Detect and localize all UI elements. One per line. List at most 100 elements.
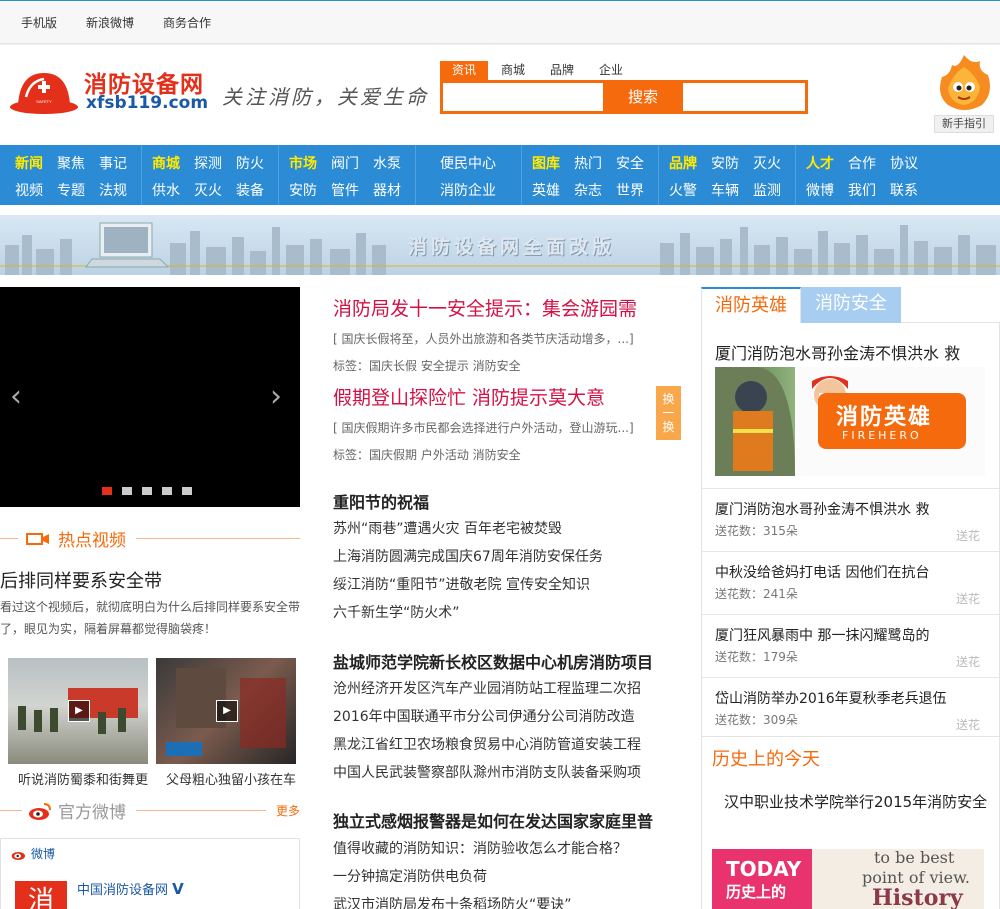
nav-item[interactable]: 安防 — [289, 182, 331, 205]
search-tab-news[interactable]: 资讯 — [440, 61, 489, 80]
hero-image[interactable]: 消防英雄 FIREHERO — [715, 367, 985, 476]
history-image[interactable]: TODAY 历史上的 to be best point of view. His… — [712, 849, 984, 909]
search-input-extra[interactable] — [683, 83, 799, 111]
search-tab-brand[interactable]: 品牌 — [538, 61, 586, 80]
top-news-tags-2[interactable]: 标签：国庆假期 户外活动 消防安全 — [333, 446, 521, 463]
send-flower-button[interactable]: 送花 — [956, 653, 980, 670]
hero-list-item[interactable]: 厦门消防泡水哥孙金涛不惧洪水 救 送花数：315朵 送花 — [701, 488, 1000, 551]
nav-item[interactable]: 合作 — [848, 155, 890, 178]
nav-item[interactable]: 灭火 — [194, 182, 236, 205]
play-icon[interactable]: ▶ — [216, 700, 238, 722]
weibo-avatar[interactable]: 消 — [15, 881, 67, 909]
news-group-3-heading[interactable]: 独立式感烟报警器是如何在发达国家家庭里普 — [333, 808, 653, 832]
nav-item[interactable]: 火警 — [669, 182, 711, 205]
nav-item[interactable]: 世界 — [616, 182, 658, 205]
nav-item[interactable]: 事记 — [99, 155, 141, 178]
nav-item[interactable]: 阀门 — [331, 155, 373, 178]
nav-item[interactable]: 协议 — [890, 155, 932, 178]
nav-item[interactable]: 器材 — [373, 182, 415, 205]
slider-dot[interactable] — [122, 487, 132, 495]
nav-item[interactable]: 法规 — [99, 182, 141, 205]
hero-item-title[interactable]: 岱山消防举办2016年夏秋季老兵退伍 — [715, 688, 947, 708]
nav-item[interactable]: 品牌 — [669, 155, 711, 178]
news-item[interactable]: 绥江消防“重阳节”进敬老院 宣传安全知识 — [333, 574, 590, 594]
image-slider[interactable]: ‹ › — [0, 287, 300, 507]
nav-item[interactable]: 市场 — [289, 155, 331, 178]
search-tab-mall[interactable]: 商城 — [489, 61, 537, 80]
news-item[interactable]: 黑龙江省红卫农场粮食贸易中心消防管道安装工程 — [333, 734, 641, 754]
hero-item-title[interactable]: 厦门狂风暴雨中 那一抹闪耀鹭岛的 — [715, 625, 929, 645]
news-item[interactable]: 上海消防圆满完成国庆67周年消防安保任务 — [333, 546, 603, 566]
history-item[interactable]: 汉中职业技术学院举行2015年消防安全 — [724, 789, 994, 815]
news-group-1-heading[interactable]: 重阳节的祝福 — [333, 489, 429, 513]
video-thumb-2-caption[interactable]: 父母粗心独留小孩在车 — [166, 769, 296, 788]
hero-list-item[interactable]: 岱山消防举办2016年夏秋季老兵退伍 送花数：309朵 送花 — [701, 677, 1000, 740]
hero-list-item[interactable]: 厦门狂风暴雨中 那一抹闪耀鹭岛的 送花数：179朵 送花 — [701, 614, 1000, 677]
send-flower-button[interactable]: 送花 — [956, 527, 980, 544]
site-logo[interactable]: SAFETY 消防设备网 xfsb119.com — [8, 65, 208, 121]
tab-fire-hero[interactable]: 消防英雄 — [701, 287, 801, 323]
nav-item[interactable]: 车辆 — [711, 182, 753, 205]
news-item[interactable]: 一分钟搞定消防供电负荷 — [333, 866, 487, 886]
business-link[interactable]: 商务合作 — [163, 14, 211, 31]
nav-item[interactable]: 安防 — [711, 155, 753, 178]
search-button[interactable]: 搜索 — [603, 83, 683, 111]
top-news-tags-1[interactable]: 标签：国庆长假 安全提示 消防安全 — [333, 357, 521, 374]
nav-item[interactable]: 便民中心 — [440, 155, 520, 178]
weibo-more-link[interactable]: 更多 — [276, 802, 300, 819]
sina-weibo-link[interactable]: 新浪微博 — [86, 14, 134, 31]
nav-item[interactable]: 安全 — [616, 155, 658, 178]
send-flower-button[interactable]: 送花 — [956, 716, 980, 733]
play-icon[interactable]: ▶ — [68, 700, 90, 722]
slider-dot[interactable] — [162, 487, 172, 495]
nav-item[interactable]: 微博 — [806, 182, 848, 205]
search-tab-company[interactable]: 企业 — [587, 61, 635, 80]
tab-fire-safety[interactable]: 消防安全 — [801, 287, 901, 323]
news-item[interactable]: 值得收藏的消防知识：消防验收怎么才能合格？ — [333, 838, 627, 858]
hero-list-item[interactable]: 中秋没给爸妈打电话 因他们在抗台 送花数：241朵 送花 — [701, 551, 1000, 614]
nav-item[interactable]: 我们 — [848, 182, 890, 205]
video-thumb-1-caption[interactable]: 听说消防蜀黍和街舞更 — [18, 769, 148, 788]
hot-video-title[interactable]: 后排同样要系安全带 — [0, 567, 162, 593]
nav-item[interactable]: 水泵 — [373, 155, 415, 178]
news-group-2-heading[interactable]: 盐城师范学院新长校区数据中心机房消防项目 — [333, 649, 653, 673]
video-thumb-2[interactable]: ▶ — [156, 658, 296, 764]
nav-item[interactable]: 热门 — [574, 155, 616, 178]
top-news-title-1[interactable]: 消防局发十一安全提示：集会游园需 — [333, 294, 637, 321]
video-thumb-1[interactable]: ▶ — [8, 658, 148, 764]
hero-main-title[interactable]: 厦门消防泡水哥孙金涛不惧洪水 救 — [715, 340, 960, 364]
nav-item[interactable]: 监测 — [753, 182, 795, 205]
nav-item[interactable]: 图库 — [532, 155, 574, 178]
news-item[interactable]: 苏州“雨巷”遭遇火灾 百年老宅被焚毁 — [333, 518, 562, 538]
nav-item[interactable]: 新闻 — [15, 155, 57, 178]
nav-item[interactable]: 探测 — [194, 155, 236, 178]
nav-item[interactable]: 聚焦 — [57, 155, 99, 178]
nav-item[interactable]: 人才 — [806, 155, 848, 178]
slider-dot[interactable] — [102, 487, 112, 495]
news-item[interactable]: 中国人民武装警察部队滁州市消防支队装备采购项 — [333, 762, 641, 782]
revamp-banner[interactable]: 消防设备网全面改版 — [0, 215, 1000, 275]
top-news-title-2[interactable]: 假期登山探险忙 消防提示莫大意 — [333, 383, 605, 410]
nav-item[interactable]: 视频 — [15, 182, 57, 205]
mascot[interactable]: 新手指引 — [932, 53, 996, 133]
slider-prev-icon[interactable]: ‹ — [10, 379, 22, 414]
nav-item[interactable]: 防火 — [236, 155, 278, 178]
search-input[interactable] — [443, 83, 603, 111]
slider-next-icon[interactable]: › — [270, 379, 282, 414]
hero-item-title[interactable]: 中秋没给爸妈打电话 因他们在抗台 — [715, 562, 929, 582]
news-item[interactable]: 六千新生学“防火术” — [333, 602, 460, 622]
weibo-account-name[interactable]: 中国消防设备网 — [77, 883, 168, 898]
mobile-link[interactable]: 手机版 — [21, 14, 57, 31]
news-item[interactable]: 武汉市消防局发布十条稻场防火“要诀” — [333, 894, 572, 909]
news-item[interactable]: 沧州经济开发区汽车产业园消防站工程监理二次招 — [333, 678, 641, 698]
news-item[interactable]: 2016年中国联通平市分公司伊通分公司消防改造 — [333, 706, 635, 726]
send-flower-button[interactable]: 送花 — [956, 590, 980, 607]
hero-item-title[interactable]: 厦门消防泡水哥孙金涛不惧洪水 救 — [715, 499, 929, 519]
nav-item[interactable]: 消防企业 — [440, 182, 520, 205]
nav-item[interactable]: 装备 — [236, 182, 278, 205]
nav-item[interactable]: 商城 — [152, 155, 194, 178]
nav-item[interactable]: 供水 — [152, 182, 194, 205]
nav-item[interactable]: 联系 — [890, 182, 932, 205]
swap-button[interactable]: 换一换 — [656, 386, 681, 440]
slider-dot[interactable] — [182, 487, 192, 495]
